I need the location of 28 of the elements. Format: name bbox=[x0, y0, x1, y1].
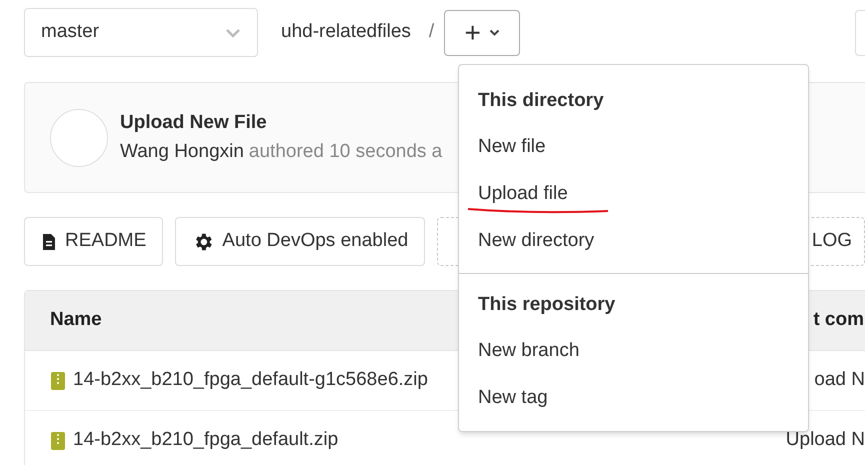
chevron-down-icon bbox=[225, 28, 241, 38]
commit-title[interactable]: Upload New File bbox=[120, 109, 442, 138]
menu-section-heading: This directory bbox=[477, 89, 605, 114]
zip-file-icon bbox=[51, 372, 65, 390]
commit-message[interactable]: Upload N bbox=[786, 426, 865, 455]
commit-message[interactable]: oad N bbox=[814, 366, 865, 395]
zip-file-icon bbox=[51, 432, 65, 450]
column-header: t com bbox=[813, 308, 865, 332]
toolbar-button[interactable] bbox=[855, 10, 865, 56]
menu-item[interactable]: New tag bbox=[478, 384, 548, 413]
document-icon bbox=[41, 232, 57, 250]
chevron-down-icon bbox=[488, 28, 500, 36]
commit-time: authored 10 seconds a bbox=[248, 140, 442, 164]
path-separator: / bbox=[428, 20, 434, 44]
menu-section-heading: This repository bbox=[477, 293, 616, 318]
breadcrumb-link[interactable]: uhd-relatedfiles bbox=[281, 18, 411, 47]
column-header: Name bbox=[50, 308, 102, 332]
menu-item[interactable]: Upload file bbox=[478, 180, 568, 209]
readme-button[interactable]: README bbox=[24, 217, 164, 266]
menu-item[interactable]: New file bbox=[478, 133, 546, 162]
file-name-link[interactable]: 14-b2xx_b210_fpga_default-g1c568e6.zip bbox=[73, 366, 428, 395]
menu-item[interactable]: New branch bbox=[478, 337, 580, 366]
add-dropdown-button[interactable]: + bbox=[444, 10, 520, 56]
menu-item[interactable]: New directory bbox=[478, 227, 594, 256]
author-link[interactable]: Wang Hongxin bbox=[120, 138, 244, 166]
auto-devops-button[interactable]: Auto DevOps enabled bbox=[175, 217, 426, 266]
file-name-link[interactable]: 14-b2xx_b210_fpga_default.zip bbox=[73, 426, 338, 455]
branch-dropdown[interactable]: master bbox=[24, 8, 258, 57]
